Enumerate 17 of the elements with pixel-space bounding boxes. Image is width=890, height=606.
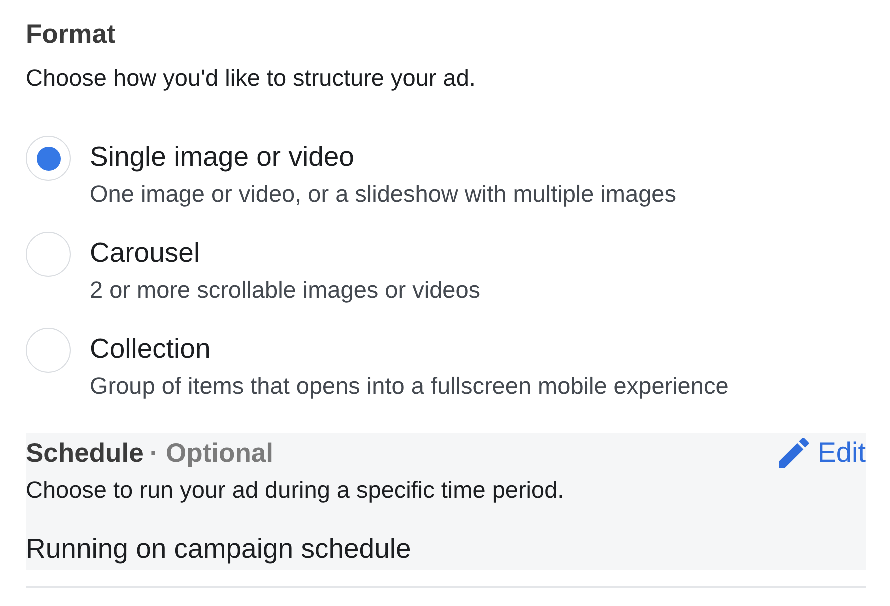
radio-button[interactable] [26, 136, 71, 181]
schedule-value: Running on campaign schedule [26, 533, 412, 565]
option-description: Group of items that opens into a fullscreen mobile experience [90, 372, 729, 400]
option-label: Collection [90, 333, 212, 365]
section-description: Choose how you'd like to structure your ad. [26, 64, 477, 92]
pencil-icon [778, 438, 809, 468]
section-description: Choose to run your ad during a specific time period. [26, 476, 566, 504]
option-description: One image or video, or a slideshow with multiple images [90, 180, 676, 208]
optional-label: · Optional [150, 438, 274, 468]
option-description: 2 or more scrollable images or videos [90, 276, 481, 304]
radio-button[interactable] [26, 328, 71, 373]
option-label: Carousel [90, 237, 202, 269]
option-label: Single image or video [90, 141, 356, 173]
edit-button[interactable]: Edit [778, 438, 866, 468]
section-title: Schedule [26, 438, 144, 468]
radio-button[interactable] [26, 232, 71, 277]
section-title: Format [26, 19, 117, 49]
